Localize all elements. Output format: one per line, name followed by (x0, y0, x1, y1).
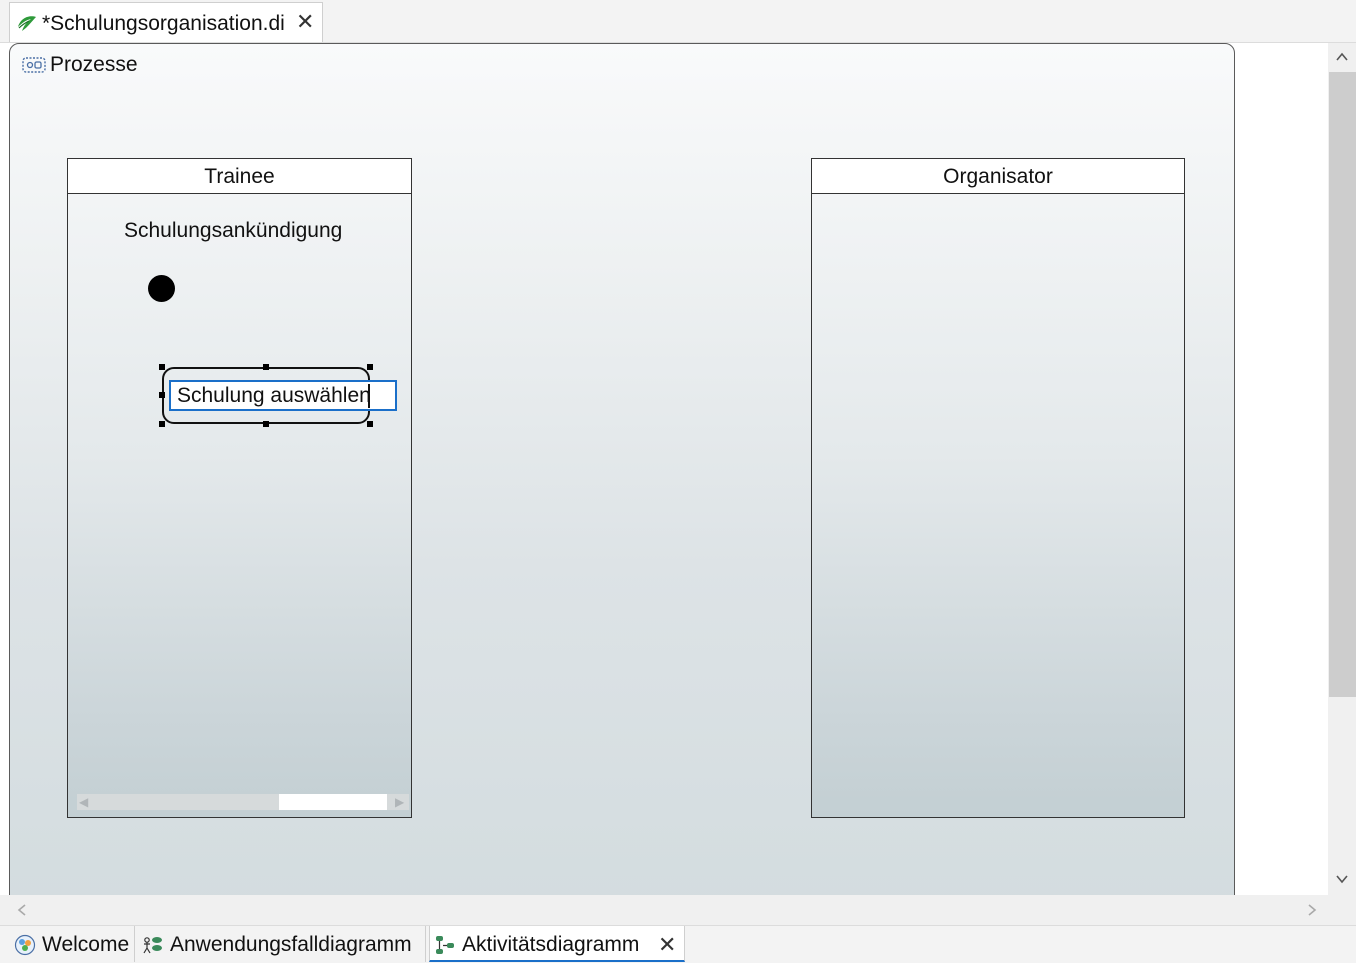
page-tab-bar: Welcome Anwendungsfalldiagramm Aktivität… (0, 925, 1356, 963)
partition-organisator[interactable]: Organisator (811, 158, 1185, 818)
tab-welcome[interactable]: Welcome (10, 926, 135, 962)
scroll-left-icon[interactable] (14, 902, 30, 918)
scrollbar-thumb[interactable] (279, 794, 387, 810)
vertical-scrollbar[interactable] (1328, 43, 1356, 895)
activity-frame[interactable]: Prozesse Trainee Schulungsankündigung Sc… (9, 43, 1235, 895)
text-caret (368, 384, 370, 408)
resize-handle[interactable] (159, 364, 165, 370)
diagram-canvas[interactable]: Prozesse Trainee Schulungsankündigung Sc… (0, 43, 1328, 895)
editor-tab[interactable]: *Schulungsorganisation.di ✕ (9, 2, 323, 42)
action-name-input[interactable]: Schulung auswählen (169, 380, 397, 411)
scrollbar-corner (1328, 895, 1356, 925)
editor-tab-bar: *Schulungsorganisation.di ✕ (0, 0, 1356, 43)
close-icon[interactable]: ✕ (658, 932, 676, 958)
resize-handle[interactable] (367, 364, 373, 370)
tab-label: Welcome (42, 933, 130, 956)
scroll-right-icon[interactable]: ▶ (395, 794, 404, 810)
tab-label: Anwendungsfalldiagramm (170, 933, 412, 956)
scrollbar-thumb[interactable] (1329, 72, 1356, 697)
node-label[interactable]: Schulungsankündigung (124, 219, 342, 243)
partition-scrollbar[interactable]: ◀ ▶ (77, 794, 409, 810)
resize-handle[interactable] (263, 364, 269, 370)
resize-handle[interactable] (159, 392, 165, 398)
activity-frame-icon (22, 57, 46, 73)
resize-handle[interactable] (159, 421, 165, 427)
papyrus-leaf-icon (18, 16, 36, 31)
tab-aktivitatsdiagramm[interactable]: Aktivitätsdiagramm ✕ (429, 926, 685, 962)
resize-handle[interactable] (367, 421, 373, 427)
scroll-up-icon[interactable] (1334, 49, 1350, 65)
tab-anwendungsfalldiagramm[interactable]: Anwendungsfalldiagramm (138, 926, 426, 962)
tab-label: Aktivitätsdiagramm (462, 933, 640, 956)
activity-diagram-icon (436, 936, 454, 954)
frame-title: Prozesse (50, 53, 138, 76)
resize-handle[interactable] (263, 421, 269, 427)
partition-trainee[interactable]: Trainee Schulungsankündigung Schulung au… (67, 158, 412, 818)
scroll-right-icon[interactable] (1304, 902, 1320, 918)
usecase-diagram-icon (143, 937, 162, 954)
scroll-down-icon[interactable] (1334, 871, 1350, 887)
partition-title[interactable]: Trainee (68, 159, 411, 194)
horizontal-scrollbar[interactable] (0, 895, 1328, 925)
partition-title[interactable]: Organisator (812, 159, 1184, 194)
welcome-icon (14, 934, 36, 956)
action-name-text: Schulung auswählen (177, 384, 371, 407)
initial-node[interactable] (148, 275, 175, 302)
editor-tab-title: *Schulungsorganisation.di (42, 12, 285, 35)
close-icon[interactable]: ✕ (296, 11, 314, 33)
scroll-left-icon[interactable]: ◀ (79, 794, 88, 810)
